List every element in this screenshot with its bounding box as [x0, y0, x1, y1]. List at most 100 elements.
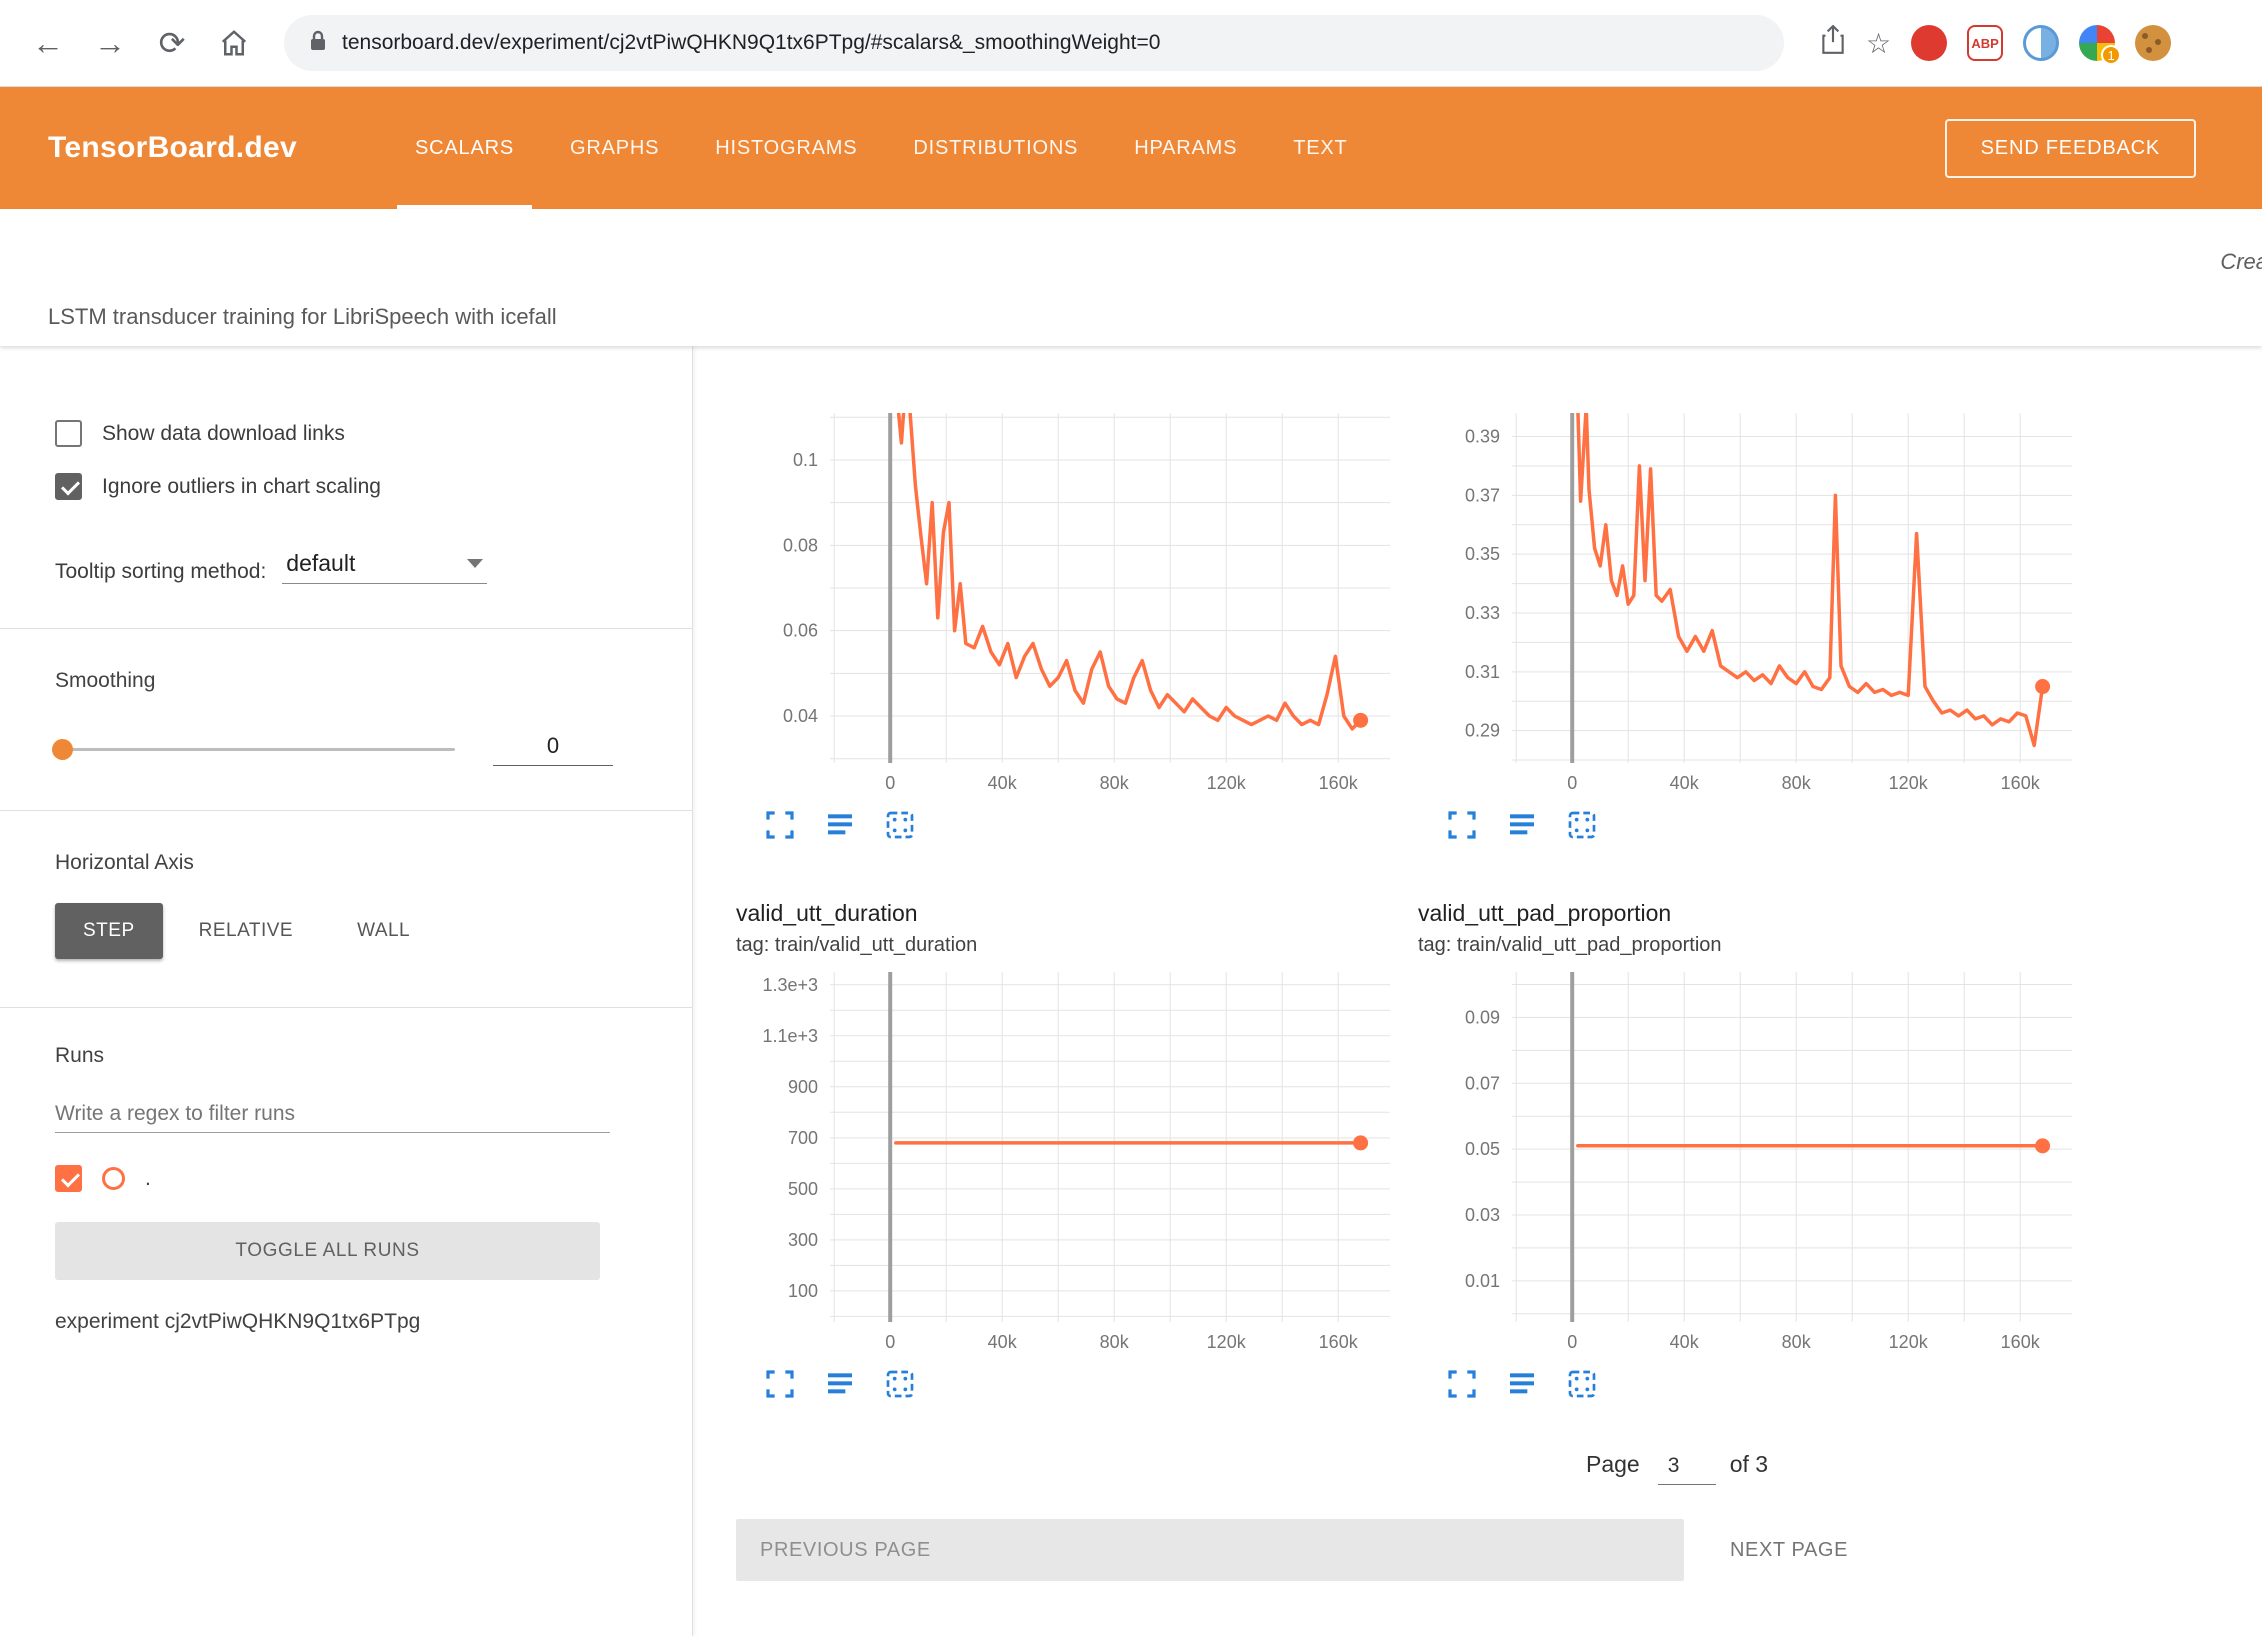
settings-sidebar: Show data download links Ignore outliers… [0, 346, 693, 1636]
svg-text:120k: 120k [1889, 773, 1929, 793]
svg-text:80k: 80k [1782, 773, 1812, 793]
svg-text:0.04: 0.04 [783, 706, 818, 726]
svg-text:1.3e+3: 1.3e+3 [762, 975, 818, 995]
svg-text:0: 0 [885, 1332, 895, 1352]
page-number-input[interactable] [1658, 1452, 1716, 1485]
chart-subtitle: tag: train/valid_utt_pad_proportion [1418, 934, 2078, 960]
svg-text:80k: 80k [1100, 773, 1130, 793]
expand-chart-icon[interactable] [1444, 1367, 1480, 1403]
svg-text:0.37: 0.37 [1465, 485, 1500, 505]
app-logo[interactable]: TensorBoard.dev [48, 131, 297, 165]
show-download-links-checkbox[interactable] [55, 420, 82, 447]
svg-text:0: 0 [1567, 773, 1577, 793]
back-icon[interactable]: ← [22, 17, 74, 69]
forward-icon[interactable]: → [84, 17, 136, 69]
share-icon[interactable] [1820, 25, 1846, 62]
tooltip-sorting-label: Tooltip sorting method: [55, 560, 266, 584]
created-text-clipped: Crea [2220, 249, 2262, 275]
home-icon[interactable] [208, 17, 260, 69]
svg-text:0.05: 0.05 [1465, 1139, 1500, 1159]
lock-icon [308, 29, 328, 58]
toggle-y-axis-icon[interactable] [822, 1367, 858, 1403]
chart-card: 0.040.060.080.1040k80k120k160k [736, 346, 1396, 844]
bookmark-star-icon[interactable]: ☆ [1866, 27, 1891, 60]
runs-heading: Runs [55, 1044, 652, 1068]
next-page-button[interactable]: NEXT PAGE [1730, 1539, 1848, 1562]
svg-text:0: 0 [1567, 1332, 1577, 1352]
tab-scalars[interactable]: SCALARS [387, 87, 542, 209]
scalar-chart[interactable]: 1003005007009001.1e+31.3e+3040k80k120k16… [736, 972, 1396, 1361]
toggle-all-runs-button[interactable]: TOGGLE ALL RUNS [55, 1222, 600, 1280]
runs-regex-input[interactable] [55, 1096, 610, 1133]
expand-chart-icon[interactable] [1444, 808, 1480, 844]
previous-page-button[interactable]: PREVIOUS PAGE [736, 1519, 1684, 1581]
nav-tabs: SCALARS GRAPHS HISTOGRAMS DISTRIBUTIONS … [387, 87, 1376, 209]
ignore-outliers-checkbox[interactable] [55, 473, 82, 500]
tab-distributions[interactable]: DISTRIBUTIONS [885, 87, 1106, 209]
smoothing-slider[interactable] [55, 748, 455, 751]
tab-histograms[interactable]: HISTOGRAMS [687, 87, 885, 209]
horizontal-axis-heading: Horizontal Axis [55, 851, 652, 875]
svg-text:0.1: 0.1 [793, 450, 818, 470]
experiment-id-caption: experiment cj2vtPiwQHKN9Q1tx6PTpg [55, 1310, 652, 1334]
smoothing-value-field[interactable]: 0 [493, 733, 613, 766]
chart-subtitle: tag: train/valid_utt_duration [736, 934, 1396, 960]
fit-domain-icon[interactable] [882, 1367, 918, 1403]
svg-text:120k: 120k [1207, 1332, 1247, 1352]
chevron-down-icon [467, 559, 483, 568]
scalar-chart[interactable]: 0.290.310.330.350.370.39040k80k120k160k [1418, 413, 2078, 802]
pagination: Page of 3 [1586, 1451, 2262, 1485]
svg-text:0.35: 0.35 [1465, 544, 1500, 564]
notification-badge: 1 [2101, 45, 2121, 65]
smoothing-slider-thumb[interactable] [52, 739, 73, 760]
run-checkbox[interactable] [55, 1165, 82, 1192]
svg-text:0: 0 [885, 773, 895, 793]
axis-wall-button[interactable]: WALL [329, 903, 438, 959]
charts-panel: 0.040.060.080.1040k80k120k160k [693, 346, 2262, 1636]
abp-extension-icon[interactable]: ABP [1967, 25, 2003, 61]
svg-text:40k: 40k [1670, 773, 1700, 793]
url-text: tensorboard.dev/experiment/cj2vtPiwQHKN9… [342, 31, 1160, 55]
ignore-outliers-label: Ignore outliers in chart scaling [102, 475, 381, 499]
send-feedback-button[interactable]: SEND FEEDBACK [1945, 119, 2196, 178]
fit-domain-icon[interactable] [882, 808, 918, 844]
smoothing-heading: Smoothing [55, 669, 652, 693]
toggle-y-axis-icon[interactable] [1504, 808, 1540, 844]
page-label: Page [1586, 1451, 1640, 1478]
tab-hparams[interactable]: HPARAMS [1106, 87, 1265, 209]
expand-chart-icon[interactable] [762, 1367, 798, 1403]
tooltip-sorting-value: default [286, 550, 355, 577]
cookie-extension-icon[interactable] [2135, 25, 2171, 61]
svg-text:0.08: 0.08 [783, 535, 818, 555]
svg-text:160k: 160k [1319, 1332, 1359, 1352]
toggle-y-axis-icon[interactable] [1504, 1367, 1540, 1403]
fit-domain-icon[interactable] [1564, 808, 1600, 844]
svg-text:40k: 40k [1670, 1332, 1700, 1352]
tab-graphs[interactable]: GRAPHS [542, 87, 687, 209]
svg-text:300: 300 [788, 1230, 818, 1250]
expand-chart-icon[interactable] [762, 808, 798, 844]
show-download-links-label: Show data download links [102, 422, 345, 446]
experiment-subheader: Crea LSTM transducer training for LibriS… [0, 209, 2262, 346]
svg-text:0.07: 0.07 [1465, 1073, 1500, 1093]
run-color-swatch[interactable] [102, 1167, 125, 1190]
profile-avatar[interactable]: 1 [2079, 25, 2115, 61]
tab-text[interactable]: TEXT [1265, 87, 1375, 209]
svg-text:900: 900 [788, 1077, 818, 1097]
extension-icon[interactable] [2023, 25, 2059, 61]
tooltip-sorting-dropdown[interactable]: default [282, 548, 487, 584]
adblock-extension-icon[interactable] [1911, 25, 1947, 61]
svg-text:40k: 40k [988, 773, 1018, 793]
reload-icon[interactable]: ⟳ [146, 17, 198, 69]
chart-card: valid_utt_duration tag: train/valid_utt_… [736, 900, 1396, 1403]
axis-step-button[interactable]: STEP [55, 903, 163, 959]
address-bar[interactable]: tensorboard.dev/experiment/cj2vtPiwQHKN9… [284, 15, 1784, 71]
svg-text:0.31: 0.31 [1465, 662, 1500, 682]
toggle-y-axis-icon[interactable] [822, 808, 858, 844]
scalar-chart[interactable]: 0.040.060.080.1040k80k120k160k [736, 413, 1396, 802]
chart-card: 0.290.310.330.350.370.39040k80k120k160k [1418, 346, 2078, 844]
scalar-chart[interactable]: 0.010.030.050.070.09040k80k120k160k [1418, 972, 2078, 1361]
svg-text:100: 100 [788, 1281, 818, 1301]
axis-relative-button[interactable]: RELATIVE [171, 903, 321, 959]
fit-domain-icon[interactable] [1564, 1367, 1600, 1403]
